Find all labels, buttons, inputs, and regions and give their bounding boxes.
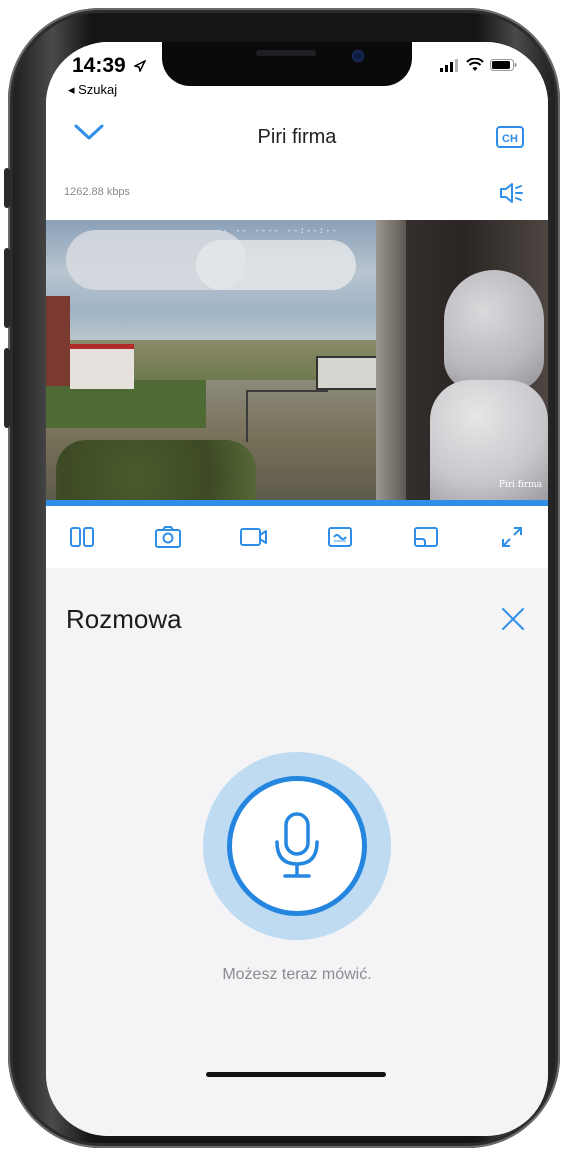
- split-view-icon: [70, 527, 94, 547]
- status-icons: [440, 58, 518, 72]
- video-cloud: [196, 240, 356, 290]
- quality-button[interactable]: [324, 521, 356, 553]
- volume-down-button: [4, 348, 10, 428]
- notch: [162, 42, 412, 86]
- video-window-frame: [376, 220, 406, 500]
- video-record-icon: [240, 528, 267, 546]
- camera-icon: [155, 526, 181, 548]
- microphone-button[interactable]: [227, 776, 367, 916]
- cellular-signal-icon: [440, 59, 458, 72]
- earpiece-speaker: [256, 50, 316, 56]
- channel-button[interactable]: CH: [496, 126, 524, 148]
- talk-panel-title: Rozmowa: [66, 604, 182, 634]
- fullscreen-button[interactable]: [496, 521, 528, 553]
- talk-hint: Możesz teraz mówić.: [222, 966, 372, 983]
- video-sign: [316, 356, 380, 390]
- osd-timestamp: -- -- ---- --:--:--: [216, 226, 338, 236]
- nav-bar: Piri firma CH: [46, 108, 548, 168]
- status-time: 14:39: [72, 54, 147, 78]
- home-indicator[interactable]: [206, 1072, 386, 1077]
- video-camera-head: [444, 270, 544, 390]
- fullscreen-icon: [502, 527, 522, 547]
- talk-panel: Rozmowa Możesz teraz mówić.: [46, 568, 548, 1136]
- microphone-halo: [203, 752, 391, 940]
- live-video-feed[interactable]: -- -- ---- --:--:-- Piri firma: [46, 220, 548, 500]
- osd-camera-name: Piri firma: [498, 480, 542, 490]
- back-to-app-link[interactable]: ◂ Szukaj: [68, 82, 117, 98]
- microphone-icon: [275, 812, 319, 878]
- video-building: [46, 296, 70, 386]
- stream-info-row: 1262.88 kbps: [46, 168, 548, 220]
- display-mode-button[interactable]: [410, 521, 442, 553]
- video-shed: [70, 344, 134, 389]
- player-toolbar: [46, 506, 548, 568]
- battery-icon: [490, 59, 517, 71]
- front-camera: [352, 50, 364, 62]
- bitrate-label: 1262.88 kbps: [64, 186, 131, 198]
- split-view-button[interactable]: [66, 521, 98, 553]
- wifi-icon: [466, 58, 484, 71]
- record-button[interactable]: [238, 521, 270, 553]
- snapshot-button[interactable]: [152, 521, 184, 553]
- quality-icon: [328, 527, 352, 547]
- video-fence: [246, 390, 328, 442]
- display-mode-icon: [414, 527, 438, 547]
- volume-up-button: [4, 248, 10, 328]
- location-arrow-icon: [132, 59, 147, 74]
- page-title: Piri firma: [257, 126, 337, 148]
- screen: 14:39 ◂ Szukaj Piri firma CH 1262.88 kbp…: [46, 42, 548, 1136]
- close-icon[interactable]: [500, 606, 526, 632]
- video-shrubs: [56, 440, 256, 500]
- speaker-icon[interactable]: [496, 178, 526, 208]
- silent-switch: [4, 168, 10, 208]
